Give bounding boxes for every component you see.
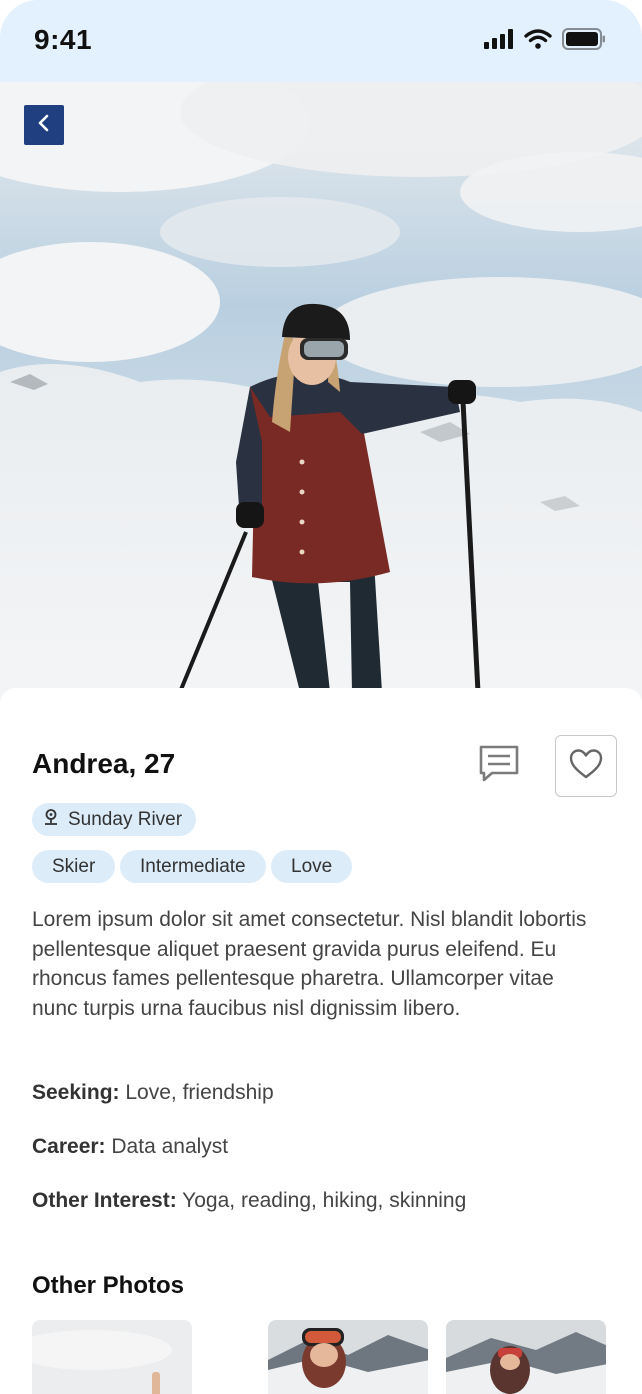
message-button[interactable] bbox=[476, 744, 522, 788]
heart-icon bbox=[569, 748, 603, 784]
location-pin-icon bbox=[42, 808, 68, 832]
detail-label: Seeking: bbox=[32, 1081, 120, 1104]
status-bar: 9:41 bbox=[0, 0, 642, 82]
other-photos-title: Other Photos bbox=[32, 1272, 185, 1299]
signal-icon bbox=[484, 29, 514, 54]
other-photo-thumbnail[interactable] bbox=[32, 1320, 192, 1394]
status-icons bbox=[484, 28, 606, 55]
location-chip: Sunday River bbox=[32, 803, 197, 836]
profile-bio: Lorem ipsum dolor sit amet consectetur. … bbox=[32, 908, 587, 1020]
profile-card: Andrea, 27 Sunday River Skier Intermedia… bbox=[0, 688, 642, 1394]
detail-label: Career: bbox=[32, 1135, 106, 1158]
detail-value: Yoga, reading, hiking, skinning bbox=[182, 1189, 467, 1212]
wifi-icon bbox=[524, 29, 552, 54]
detail-value: Love, friendship bbox=[125, 1081, 274, 1104]
detail-career: Career: Data analyst bbox=[32, 1135, 228, 1159]
detail-seeking: Seeking: Love, friendship bbox=[32, 1081, 274, 1105]
tag-chip: Intermediate bbox=[120, 850, 266, 883]
back-button[interactable] bbox=[24, 105, 64, 145]
message-icon bbox=[478, 744, 520, 789]
profile-name: Andrea, 27 bbox=[32, 748, 176, 779]
detail-label: Other Interest: bbox=[32, 1189, 177, 1212]
battery-icon bbox=[562, 28, 606, 55]
detail-value: Data analyst bbox=[111, 1135, 229, 1158]
profile-hero-photo bbox=[0, 82, 642, 722]
other-photo-thumbnail[interactable] bbox=[268, 1320, 428, 1394]
tag-chip: Skier bbox=[32, 850, 116, 883]
location-label: Sunday River bbox=[68, 808, 183, 830]
tag-chip: Love bbox=[271, 850, 353, 883]
detail-other-interest: Other Interest: Yoga, reading, hiking, s… bbox=[32, 1189, 466, 1213]
status-time: 9:41 bbox=[34, 24, 93, 55]
other-photo-thumbnail[interactable] bbox=[446, 1320, 606, 1394]
favorite-button[interactable] bbox=[555, 735, 617, 797]
chevron-left-icon bbox=[34, 113, 54, 138]
